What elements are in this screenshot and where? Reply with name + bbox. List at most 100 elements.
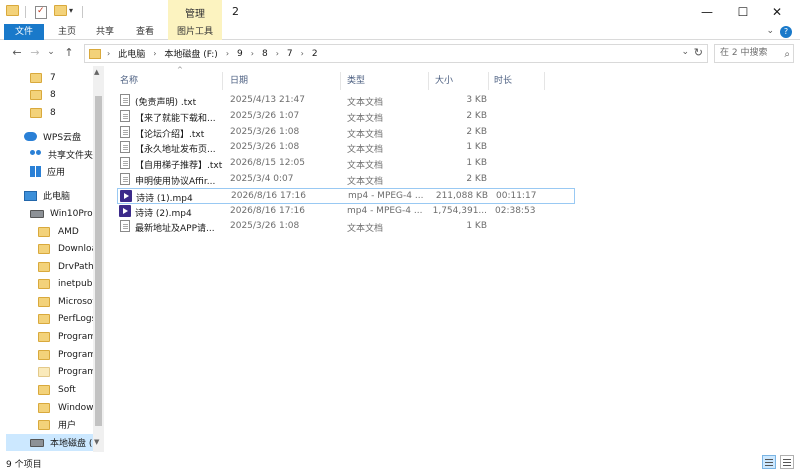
column-header-type[interactable]: 类型 (347, 73, 427, 89)
breadcrumb-folder-2[interactable]: 2 (312, 49, 318, 59)
back-button[interactable]: ← (10, 46, 24, 59)
column-header-name[interactable]: 名称 ^ (120, 66, 228, 89)
search-icon[interactable]: ⌕ (784, 46, 790, 63)
file-row[interactable]: 诗诗 (1).mp4 2026/8/16 17:16 mp4 - MPEG-4 ..… (117, 187, 575, 204)
scrollbar-thumb[interactable] (95, 96, 102, 426)
tree-item-drvpath[interactable]: DrvPath (38, 258, 94, 275)
folder-icon (38, 243, 50, 254)
file-duration: 00:11:17 (496, 190, 537, 201)
tree-item-program-files-x86[interactable]: Program (38, 346, 96, 363)
large-icons-view-button[interactable] (780, 455, 794, 469)
breadcrumb-folder-8[interactable]: 8 (262, 49, 268, 59)
tree-item-windows[interactable]: Windows (38, 399, 98, 416)
tree-item-microsoft[interactable]: Microsoft (38, 293, 99, 310)
tree-item-perflogs[interactable]: PerfLogs (38, 310, 96, 327)
navigation-bar: ← → ⌄ ↑ › 此电脑 › 本地磁盘 (F:) › 9 › 8 › 7 › … (0, 41, 800, 66)
file-row[interactable]: 【论坛介绍】.txt 2025/3/26 1:08 文本文档 2 KB (117, 125, 575, 141)
file-row[interactable]: 【永久地址发布页... 2025/3/26 1:08 文本文档 1 KB (117, 140, 575, 156)
breadcrumb-separator[interactable]: › (301, 49, 304, 58)
file-size: 211,088 KB (435, 190, 488, 201)
column-divider[interactable] (544, 72, 545, 90)
column-divider[interactable] (488, 72, 489, 90)
tree-item-win10-drive[interactable]: Win10ProW (30, 205, 102, 222)
scroll-down-icon[interactable]: ▼ (94, 438, 99, 446)
tab-share[interactable]: 共享 (88, 24, 122, 40)
tree-item-amd[interactable]: AMD (38, 223, 79, 240)
tree-item-users[interactable]: 用户 (38, 416, 76, 433)
tab-view[interactable]: 查看 (128, 24, 162, 40)
text-file-icon (120, 141, 130, 154)
tree-item-drive-f[interactable]: 本地磁盘 (F (6, 434, 98, 451)
file-row[interactable]: 诗诗 (2).mp4 2026/8/16 17:16 mp4 - MPEG-4 ..… (117, 204, 575, 220)
up-button[interactable]: ↑ (62, 46, 76, 59)
details-view-button[interactable] (762, 455, 776, 469)
tree-item-folder-7[interactable]: 7 (30, 69, 56, 86)
recent-locations-button[interactable]: ⌄ (44, 47, 58, 57)
file-date: 2025/4/13 21:47 (230, 95, 305, 105)
tree-item-inetpub[interactable]: inetpub (38, 275, 92, 292)
context-tab-manage[interactable]: 管理 (168, 0, 222, 24)
customize-toolbar-icon[interactable]: ▾ (69, 6, 73, 15)
properties-icon[interactable] (34, 5, 48, 19)
new-folder-icon[interactable] (54, 5, 67, 16)
expand-ribbon-icon[interactable]: ⌄ (766, 26, 774, 36)
file-row[interactable]: (免责声明) .txt 2025/4/13 21:47 文本文档 3 KB (117, 93, 575, 109)
tree-item-folder-8[interactable]: 8 (30, 104, 56, 121)
file-row[interactable]: 最新地址及APP请... 2025/3/26 1:08 文本文档 1 KB (117, 219, 575, 235)
tree-item-wps-cloud[interactable]: WPS云盘 (24, 128, 81, 145)
tree-item-soft[interactable]: Soft (38, 381, 76, 398)
breadcrumb-separator[interactable]: › (251, 49, 254, 58)
file-date: 2025/3/26 1:08 (230, 142, 300, 153)
file-date: 2025/3/4 0:07 (230, 174, 294, 184)
breadcrumb-separator[interactable]: › (276, 49, 279, 58)
file-date: 2025/3/26 1:08 (230, 221, 300, 232)
tree-item-this-pc[interactable]: 此电脑 (24, 187, 70, 204)
column-header-date[interactable]: 日期 (230, 73, 340, 89)
breadcrumb-separator[interactable]: › (153, 49, 156, 58)
text-file-icon (120, 125, 130, 138)
file-row[interactable]: 【来了就能下载和... 2025/3/26 1:07 文本文档 2 KB (117, 109, 575, 125)
breadcrumb-drive-f[interactable]: 本地磁盘 (F:) (164, 47, 217, 60)
tab-picture-tools[interactable]: 图片工具 (168, 24, 222, 40)
ribbon-tabs: 文件 主页 共享 查看 图片工具 ⌄ ? (0, 24, 800, 40)
tree-item-apps[interactable]: 应用 (30, 163, 65, 180)
address-history-dropdown-icon[interactable]: ⌄ (681, 47, 689, 57)
breadcrumb-folder-7[interactable]: 7 (287, 49, 293, 59)
column-header-duration[interactable]: 时长 (494, 73, 544, 89)
file-row[interactable]: 【自用梯子推荐】.txt 2026/8/15 12:05 文本文档 1 KB (117, 156, 575, 172)
column-header-size[interactable]: 大小 (435, 73, 485, 89)
file-name: 申明使用协议Affir... (135, 177, 216, 187)
search-placeholder: 在 2 中搜索 (720, 48, 768, 58)
tree-item-label: DrvPath (58, 261, 94, 272)
breadcrumb-this-pc[interactable]: 此电脑 (118, 47, 145, 60)
column-divider[interactable] (222, 72, 223, 90)
forward-button[interactable]: → (28, 46, 42, 59)
scroll-up-icon[interactable]: ▲ (94, 68, 99, 76)
address-bar[interactable]: › 此电脑 › 本地磁盘 (F:) › 9 › 8 › 7 › 2 ⌄ ↻ (84, 44, 708, 63)
breadcrumb-folder-9[interactable]: 9 (237, 49, 243, 59)
folder-icon (38, 366, 50, 377)
quick-access-folder-icon[interactable] (6, 5, 19, 16)
refresh-icon[interactable]: ↻ (694, 46, 703, 59)
column-header-label: 名称 (120, 76, 139, 86)
column-divider[interactable] (340, 72, 341, 90)
breadcrumb-separator[interactable]: › (226, 49, 229, 58)
tab-file[interactable]: 文件 (4, 24, 44, 40)
folder-icon (38, 261, 50, 272)
text-file-icon (120, 157, 130, 170)
file-size: 1 KB (466, 221, 487, 232)
tree-item-label: inetpub (58, 278, 93, 289)
navigation-pane-scrollbar[interactable]: ▲ ▼ (93, 66, 104, 452)
tree-item-folder-8[interactable]: 8 (30, 86, 56, 103)
search-input[interactable]: 在 2 中搜索 ⌕ (714, 44, 794, 63)
help-icon[interactable]: ? (780, 26, 792, 38)
breadcrumb-separator[interactable]: › (107, 49, 110, 58)
tree-item-program-files[interactable]: Program (38, 328, 96, 345)
tab-home[interactable]: 主页 (50, 24, 84, 40)
column-divider[interactable] (428, 72, 429, 90)
close-button[interactable]: ✕ (754, 0, 800, 24)
tree-item-shared-folder[interactable]: 共享文件夹 (30, 146, 93, 163)
tree-item-label: WPS云盘 (43, 133, 82, 143)
file-row[interactable]: 申明使用协议Affir... 2025/3/4 0:07 文本文档 2 KB (117, 172, 575, 188)
item-count: 9 个项目 (6, 460, 42, 470)
